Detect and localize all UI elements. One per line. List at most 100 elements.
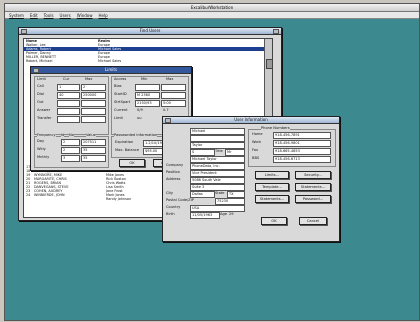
freq-day-value-field[interactable]: 207511 xyxy=(81,139,106,146)
limits-title: Limits xyxy=(105,67,117,72)
list-item-name xyxy=(34,197,106,201)
freq-mnthly-value-field[interactable]: 35 xyxy=(81,155,106,162)
ok-button[interactable]: OK xyxy=(119,159,145,167)
work-phone-field[interactable]: 918-456-9801 xyxy=(273,140,331,147)
min-column-header: Min xyxy=(141,77,148,81)
password-button[interactable]: Password... xyxy=(295,195,331,203)
fax-field[interactable]: 918-665-4853 xyxy=(273,148,331,155)
bias-max-field[interactable] xyxy=(161,84,186,91)
dial-cur-field[interactable]: 40 xyxy=(57,92,80,99)
full-name-field[interactable]: Michael Taylor xyxy=(190,156,245,163)
menu-window[interactable]: Window xyxy=(77,12,93,18)
list-item[interactable]: Robert, Michael Michael Sales xyxy=(24,59,272,63)
bias-label: Bias xyxy=(114,84,122,88)
answer-cur-field[interactable] xyxy=(57,108,80,115)
dial-max-field[interactable]: 250000 xyxy=(81,92,106,99)
menu-edit[interactable]: Edit xyxy=(30,12,38,18)
close-box-icon[interactable] xyxy=(33,68,39,73)
row-label-answer: Answer xyxy=(37,108,51,112)
app-title-bar: ExcaliburWorkstation xyxy=(5,4,419,12)
freq-mnthly-no-field[interactable]: 3 xyxy=(61,155,80,162)
company-field[interactable]: PhoneData, Inc. xyxy=(190,163,245,170)
middle-name-field[interactable] xyxy=(190,135,245,142)
bbs-label: BBS xyxy=(252,156,260,160)
statements-button-2[interactable]: Statements... xyxy=(255,195,289,203)
address-label: Address xyxy=(166,177,181,181)
security-button[interactable]: Security... xyxy=(295,171,331,179)
close-box-icon[interactable] xyxy=(21,29,27,34)
freq-row-label: Mnthly xyxy=(37,155,50,159)
position-field[interactable]: Vice President xyxy=(190,170,245,177)
maximize-icon[interactable] xyxy=(273,29,279,34)
strtspart-max-field[interactable]: 5:00 xyxy=(161,100,186,107)
out-max-field[interactable] xyxy=(81,100,106,107)
city-field[interactable]: Dallas xyxy=(190,191,215,198)
ok-button[interactable]: OK xyxy=(261,217,287,225)
row-label-dial: Dial xyxy=(37,92,44,96)
state-label: State xyxy=(215,191,225,195)
freq-day-no-field[interactable]: 2 xyxy=(61,139,80,146)
bbs-field[interactable]: 918-456-6713 xyxy=(273,156,331,163)
out-cur-field[interactable] xyxy=(57,100,80,107)
user-list-title-bar[interactable]: Find Users xyxy=(19,28,281,35)
home-phone-label: Home xyxy=(252,132,263,136)
list-item-contact: Randy Johnson xyxy=(106,197,132,201)
startid-min-field[interactable]: M 2360 xyxy=(135,92,160,99)
call-max-field[interactable]: 2 xyxy=(81,84,106,91)
frequency-value-header: Value xyxy=(86,133,96,138)
password-info-title: Passworded Information xyxy=(114,133,158,138)
freq-wkly-value-field[interactable]: 35 xyxy=(81,147,106,154)
first-name-field[interactable]: Michael xyxy=(190,128,245,135)
expiration-label: Expiration xyxy=(115,140,134,144)
birth-field[interactable]: 11/05/1963 xyxy=(190,212,220,219)
age-label: Age xyxy=(220,212,227,216)
startid-label: StartID xyxy=(114,92,127,96)
frequency-id-header: Id xyxy=(61,133,65,138)
current-min-value: 0/9 xyxy=(137,108,143,112)
startid-max-field[interactable] xyxy=(161,92,186,99)
country-field[interactable]: USA xyxy=(190,205,245,212)
answer-max-field[interactable] xyxy=(81,108,106,115)
position-label: Position xyxy=(166,170,180,174)
close-box-icon[interactable] xyxy=(165,118,171,123)
menu-bar: System Edit Tools Users Window Help xyxy=(5,12,419,19)
row-label-call: Call xyxy=(37,84,44,88)
cancel-button[interactable]: Cancel xyxy=(299,217,327,225)
menu-system[interactable]: System xyxy=(9,12,24,18)
state-field[interactable]: TX xyxy=(227,191,245,198)
strtspart-min-field[interactable]: 2150/93 xyxy=(135,100,160,107)
fax-label: Fax xyxy=(252,148,259,152)
row-label-transfer: Transfer xyxy=(37,116,52,120)
cur-column-header: Cur xyxy=(63,77,70,81)
scrollbar-thumb[interactable] xyxy=(266,59,273,69)
last-name-field[interactable]: Taylor xyxy=(190,142,245,149)
menu-users[interactable]: Users xyxy=(60,12,71,18)
address-line1-field[interactable]: 5086 South Vale xyxy=(190,177,245,184)
user-info-title-bar[interactable]: User Information xyxy=(163,117,339,124)
template-button[interactable]: Template... xyxy=(255,183,289,191)
limits-title-bar[interactable]: Limits xyxy=(31,67,191,74)
menu-tools[interactable]: Tools xyxy=(44,12,54,18)
call-cur-field[interactable]: 1 xyxy=(57,84,80,91)
transfer-max-field[interactable] xyxy=(81,116,106,123)
row-number xyxy=(26,197,34,201)
bias-min-field[interactable] xyxy=(135,84,160,91)
user-list-title: Find Users xyxy=(139,28,161,33)
frequency-no-header: No xyxy=(69,133,74,138)
address-line2-field[interactable]: Suite 3 xyxy=(190,184,245,191)
statements-button[interactable]: Statements... xyxy=(295,183,331,191)
transfer-cur-field[interactable] xyxy=(57,116,80,123)
user-info-title: User Information xyxy=(234,117,268,122)
title-field[interactable]: Mr xyxy=(225,149,245,156)
menu-help[interactable]: Help xyxy=(99,12,108,18)
zip-field[interactable]: 75230 xyxy=(215,198,245,205)
current-label: Current xyxy=(114,108,128,112)
frequency-label: Frequency xyxy=(37,133,56,138)
age-value: 29 xyxy=(229,212,234,216)
home-phone-field[interactable]: 918-456-7891 xyxy=(273,132,331,139)
freq-wkly-no-field[interactable]: 2 xyxy=(61,147,80,154)
country-label: Country xyxy=(166,205,181,209)
initial-field[interactable]: S xyxy=(190,149,215,156)
limits-button[interactable]: Limits... xyxy=(255,171,289,179)
limit-column-header: Limit xyxy=(37,77,46,81)
